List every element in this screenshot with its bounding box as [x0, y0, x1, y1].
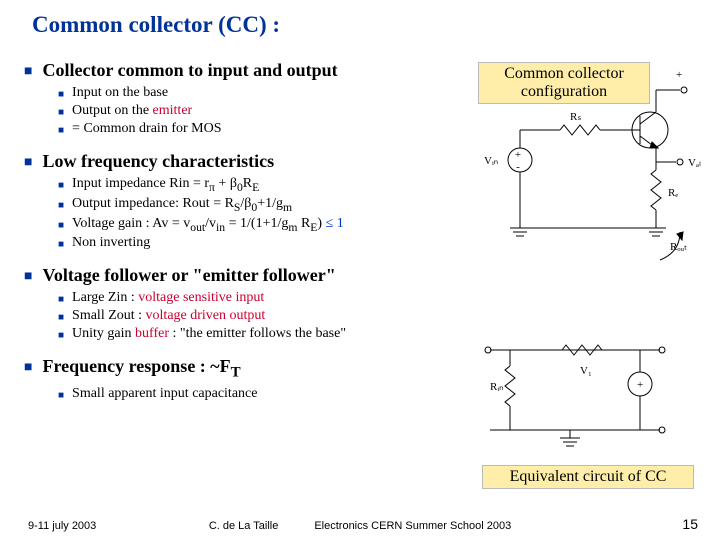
bullet-l2: ■Small apparent input capacitance: [58, 386, 444, 402]
bullet-l2: ■Unity gain buffer : "the emitter follow…: [58, 326, 444, 342]
footer-page-number: 15: [682, 516, 698, 532]
bullet-l1: ■Low frequency characteristics: [24, 151, 444, 172]
footer-center: C. de La TailleElectronics CERN Summer S…: [0, 520, 720, 532]
bullet-l2: ■Large Zin : voltage sensitive input: [58, 290, 444, 306]
svg-text:V₁: V₁: [580, 365, 592, 377]
slide-title: Common collector (CC) :: [32, 12, 280, 38]
bullet-l2: ■Small Zout : voltage driven output: [58, 308, 444, 324]
svg-text:Vᵢₙ: Vᵢₙ: [484, 155, 498, 167]
schematic-2: Rᵢₙ V₁ +: [470, 330, 706, 480]
bullet-l2: ■Non inverting: [58, 235, 444, 251]
svg-text:Rᵢₙ: Rᵢₙ: [490, 381, 504, 393]
bullet-l2: ■Input impedance Rin = rπ + β0RE: [58, 176, 444, 194]
svg-text:Rₛ: Rₛ: [570, 111, 581, 123]
schematic-2-caption: Equivalent circuit of CC: [482, 465, 694, 489]
bullet-content: ■Collector common to input and output ■In…: [24, 60, 444, 404]
schematic-1: Rₛ + Vₐₗ Rₑ Rₒᵤₜ + -: [470, 60, 706, 270]
bullet-l1: ■Voltage follower or "emitter follower": [24, 265, 444, 286]
svg-text:+: +: [676, 69, 682, 81]
svg-text:+: +: [637, 379, 643, 391]
svg-text:-: -: [516, 161, 520, 173]
svg-text:Rₑ: Rₑ: [668, 187, 678, 199]
svg-text:Vₐₗ: Vₐₗ: [688, 157, 701, 169]
bullet-l1: ■Frequency response : ~FT: [24, 356, 444, 382]
bullet-l2: ■Output impedance: Rout = RS/β0+1/gm: [58, 196, 444, 214]
bullet-l2: ■Input on the base: [58, 85, 444, 101]
bullet-l2: ■Voltage gain : Av = vout/vin = 1/(1+1/g…: [58, 216, 444, 234]
bullet-l2: ■Output on the emitter: [58, 103, 444, 119]
bullet-l1: ■Collector common to input and output: [24, 60, 444, 81]
bullet-l2: ■= Common drain for MOS: [58, 121, 444, 137]
svg-text:+: +: [515, 149, 521, 161]
